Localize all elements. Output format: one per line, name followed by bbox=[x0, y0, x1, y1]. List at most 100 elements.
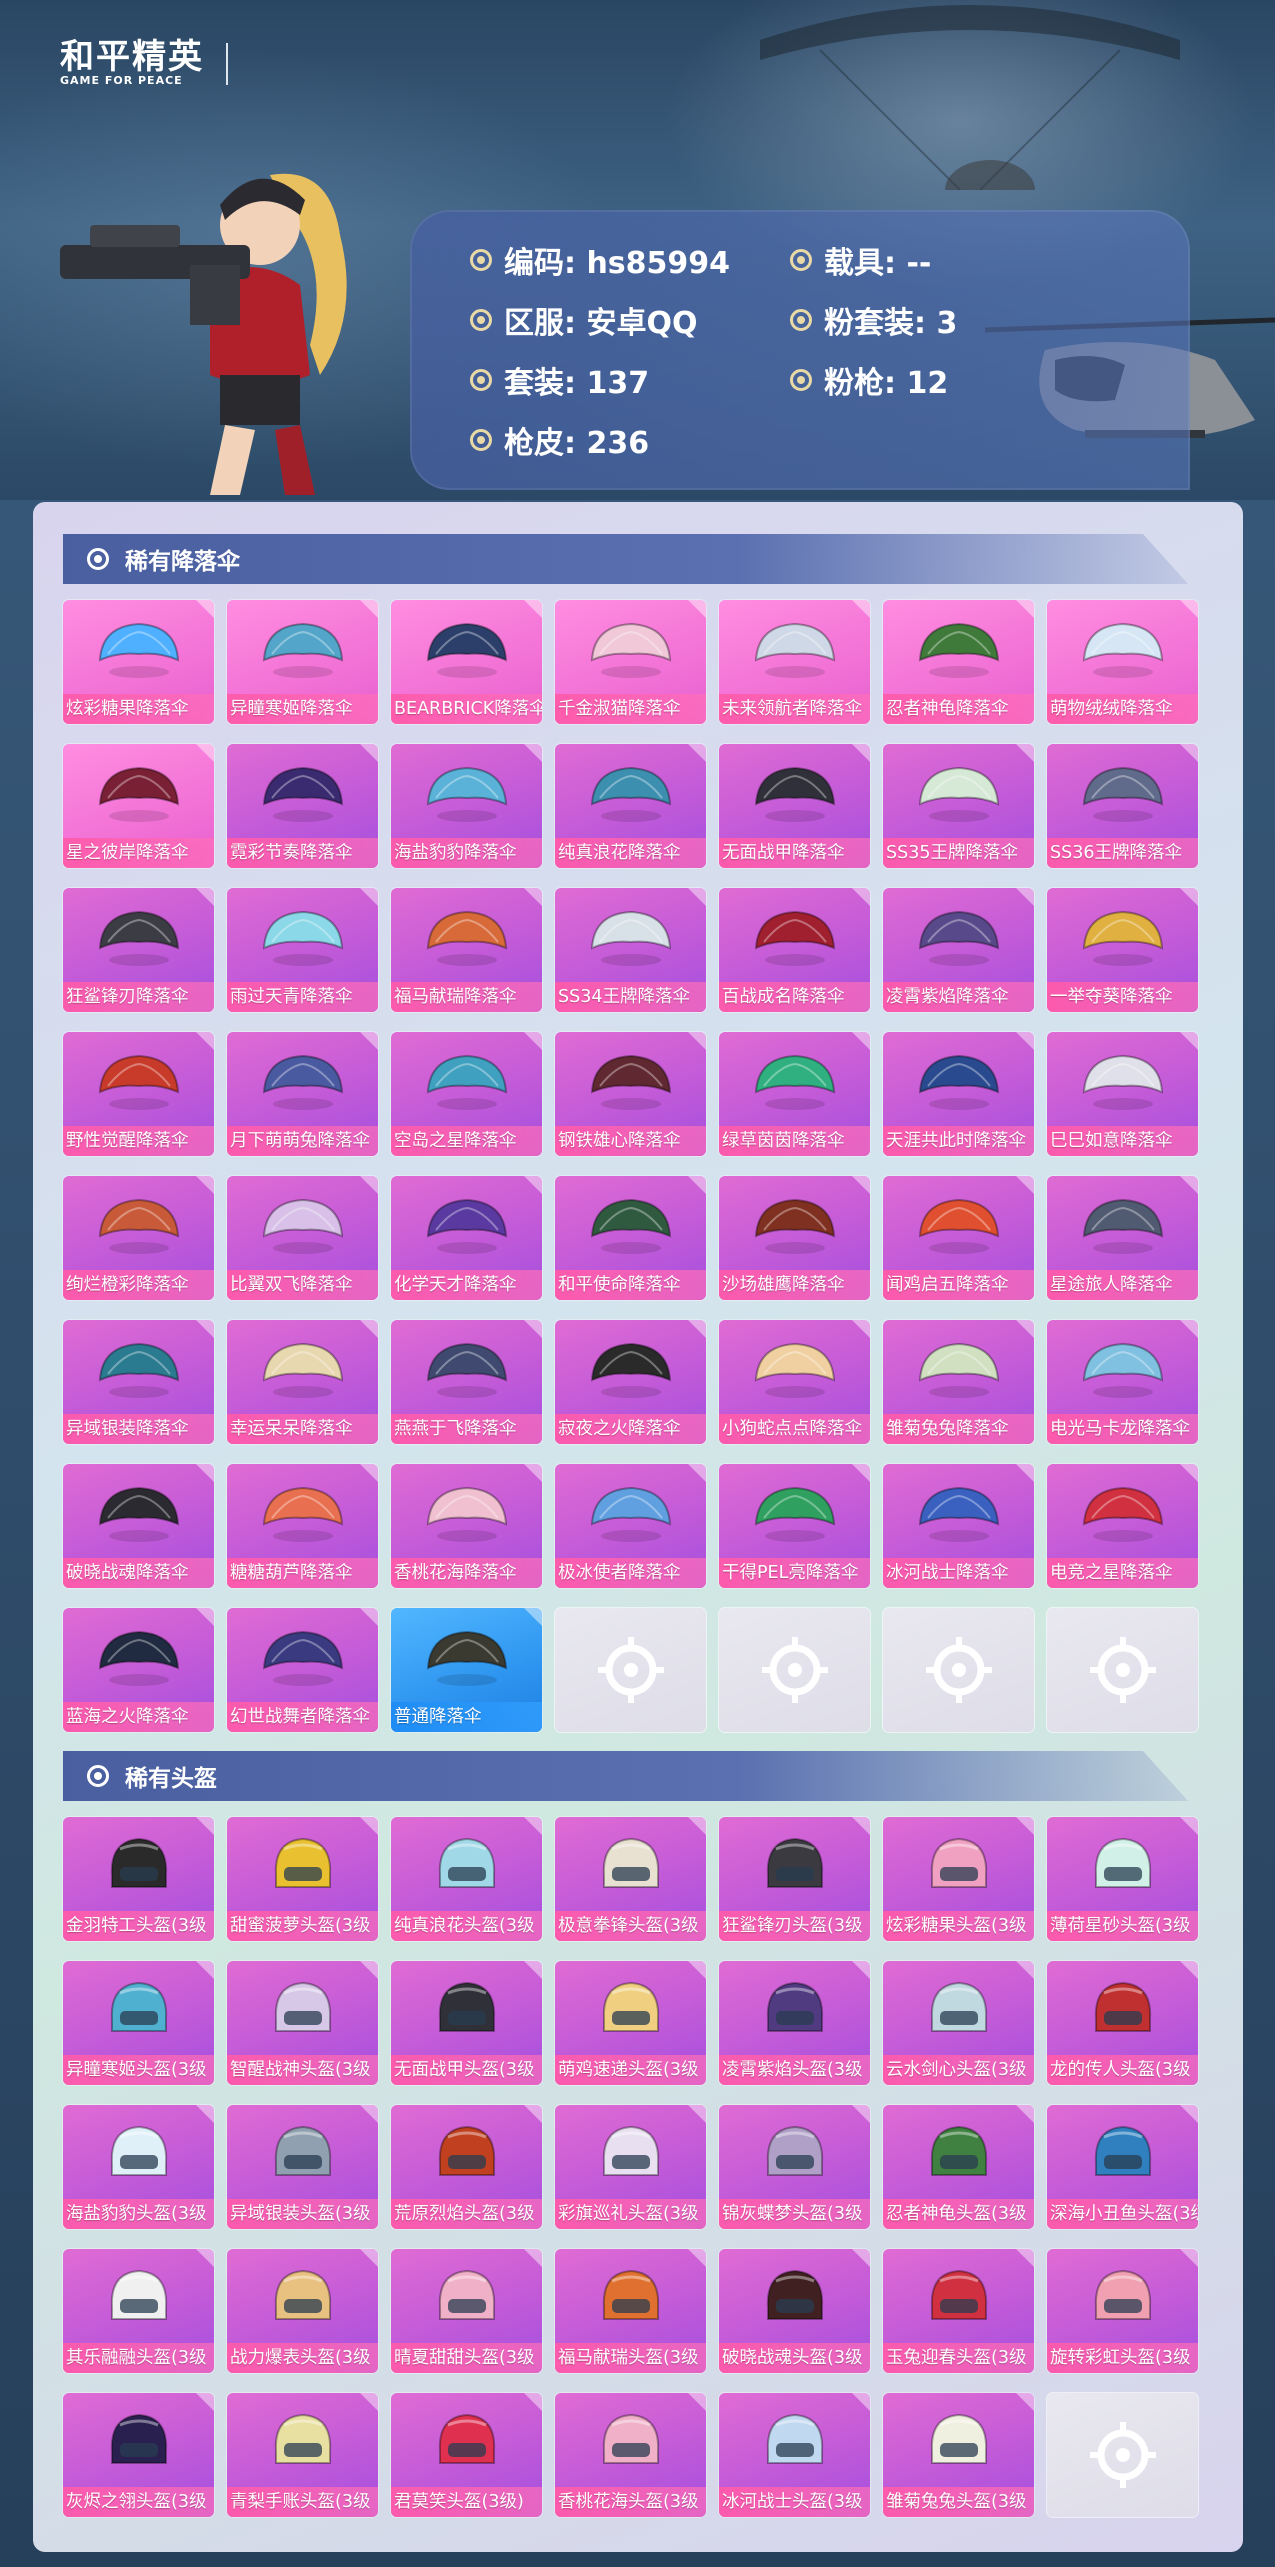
helmet-item[interactable]: 深海小丑鱼头盔(3级 bbox=[1047, 2105, 1198, 2229]
parachute-item[interactable]: 幻世战舞者降落伞 bbox=[227, 1608, 378, 1732]
parachute-item[interactable]: 破晓战魂降落伞 bbox=[63, 1464, 214, 1588]
parachute-item[interactable]: 凌霄紫焰降落伞 bbox=[883, 888, 1034, 1012]
parachute-item[interactable]: 干得PEL亮降落伞 bbox=[719, 1464, 870, 1588]
parachute-item[interactable]: 和平使命降落伞 bbox=[555, 1176, 706, 1300]
helmet-item[interactable]: 狂鲨锋刃头盔(3级 bbox=[719, 1817, 870, 1941]
parachute-item[interactable]: 千金淑猫降落伞 bbox=[555, 600, 706, 724]
corner-fold bbox=[852, 1817, 870, 1835]
helmet-item[interactable]: 锦灰蝶梦头盔(3级 bbox=[719, 2105, 870, 2229]
helmet-item[interactable]: 萌鸡速递头盔(3级 bbox=[555, 1961, 706, 2085]
helmet-item[interactable]: 薄荷星砂头盔(3级 bbox=[1047, 1817, 1198, 1941]
parachute-item[interactable]: 星途旅人降落伞 bbox=[1047, 1176, 1198, 1300]
parachute-item[interactable]: 雏菊兔兔降落伞 bbox=[883, 1320, 1034, 1444]
helmet-item[interactable]: 炫彩糖果头盔(3级 bbox=[883, 1817, 1034, 1941]
parachute-item[interactable]: 福马献瑞降落伞 bbox=[391, 888, 542, 1012]
helmet-item[interactable]: 智醒战神头盔(3级 bbox=[227, 1961, 378, 2085]
helmet-item[interactable]: 雏菊兔兔头盔(3级 bbox=[883, 2393, 1034, 2517]
parachute-item[interactable]: 电光马卡龙降落伞 bbox=[1047, 1320, 1198, 1444]
parachute-item[interactable]: 未来领航者降落伞 bbox=[719, 600, 870, 724]
parachute-item[interactable]: 星之彼岸降落伞 bbox=[63, 744, 214, 868]
helmet-item[interactable]: 极意拳锋头盔(3级 bbox=[555, 1817, 706, 1941]
parachute-item[interactable]: 一举夺葵降落伞 bbox=[1047, 888, 1198, 1012]
parachute-item[interactable]: 雨过天青降落伞 bbox=[227, 888, 378, 1012]
parachute-icon bbox=[590, 622, 671, 678]
parachute-icon bbox=[98, 1054, 179, 1110]
parachute-item[interactable]: 寂夜之火降落伞 bbox=[555, 1320, 706, 1444]
parachute-item[interactable]: 绚烂橙彩降落伞 bbox=[63, 1176, 214, 1300]
helmet-item[interactable]: 海盐豹豹头盔(3级 bbox=[63, 2105, 214, 2229]
parachute-item[interactable]: 香桃花海降落伞 bbox=[391, 1464, 542, 1588]
helmet-item[interactable]: 冰河战士头盔(3级 bbox=[719, 2393, 870, 2517]
helmet-item-label: 彩旗巡礼头盔(3级 bbox=[555, 2199, 706, 2229]
parachute-item[interactable]: 天涯共此时降落伞 bbox=[883, 1032, 1034, 1156]
parachute-item[interactable]: 小狗蛇点点降落伞 bbox=[719, 1320, 870, 1444]
helmet-item[interactable]: 破晓战魂头盔(3级 bbox=[719, 2249, 870, 2373]
parachute-icon bbox=[262, 1054, 343, 1110]
parachute-item[interactable]: 炫彩糖果降落伞 bbox=[63, 600, 214, 724]
parachute-item[interactable]: 百战成名降落伞 bbox=[719, 888, 870, 1012]
parachute-item[interactable]: SS36王牌降落伞 bbox=[1047, 744, 1198, 868]
parachute-item[interactable]: 钢铁雄心降落伞 bbox=[555, 1032, 706, 1156]
parachute-item[interactable]: 幸运呆呆降落伞 bbox=[227, 1320, 378, 1444]
parachute-item[interactable]: 燕燕于飞降落伞 bbox=[391, 1320, 542, 1444]
parachute-item[interactable]: 异瞳寒姬降落伞 bbox=[227, 600, 378, 724]
crosshair-icon bbox=[1089, 1637, 1156, 1703]
helmet-item[interactable]: 玉兔迎春头盔(3级 bbox=[883, 2249, 1034, 2373]
corner-fold bbox=[196, 888, 214, 906]
parachute-item-label: BEARBRICK降落伞 bbox=[391, 694, 542, 724]
helmet-item[interactable]: 荒原烈焰头盔(3级 bbox=[391, 2105, 542, 2229]
corner-fold bbox=[1180, 2249, 1198, 2267]
helmet-item[interactable]: 旋转彩虹头盔(3级 bbox=[1047, 2249, 1198, 2373]
parachute-item-label: 一举夺葵降落伞 bbox=[1047, 982, 1198, 1012]
parachute-item[interactable]: 绿草茵茵降落伞 bbox=[719, 1032, 870, 1156]
helmet-item-label: 战力爆表头盔(3级 bbox=[227, 2343, 378, 2373]
parachute-item[interactable]: 化学天才降落伞 bbox=[391, 1176, 542, 1300]
parachute-item[interactable]: 蓝海之火降落伞 bbox=[63, 1608, 214, 1732]
helmet-item[interactable]: 凌霄紫焰头盔(3级 bbox=[719, 1961, 870, 2085]
corner-fold bbox=[524, 1032, 542, 1050]
parachute-item[interactable]: 巳巳如意降落伞 bbox=[1047, 1032, 1198, 1156]
helmet-item[interactable]: 香桃花海头盔(3级 bbox=[555, 2393, 706, 2517]
helmet-item[interactable]: 其乐融融头盔(3级 bbox=[63, 2249, 214, 2373]
helmet-item[interactable]: 云水剑心头盔(3级 bbox=[883, 1961, 1034, 2085]
parachute-item[interactable]: 糖糖葫芦降落伞 bbox=[227, 1464, 378, 1588]
helmet-item[interactable]: 彩旗巡礼头盔(3级 bbox=[555, 2105, 706, 2229]
parachute-item[interactable]: 闻鸡启五降落伞 bbox=[883, 1176, 1034, 1300]
parachute-item[interactable]: 冰河战士降落伞 bbox=[883, 1464, 1034, 1588]
parachute-item[interactable]: 沙场雄鹰降落伞 bbox=[719, 1176, 870, 1300]
helmet-item[interactable]: 异瞳寒姬头盔(3级 bbox=[63, 1961, 214, 2085]
parachute-item[interactable]: 狂鲨锋刃降落伞 bbox=[63, 888, 214, 1012]
helmet-item[interactable]: 甜蜜菠萝头盔(3级 bbox=[227, 1817, 378, 1941]
helmet-icon bbox=[110, 2125, 167, 2176]
helmet-item[interactable]: 青梨手账头盔(3级 bbox=[227, 2393, 378, 2517]
parachute-item[interactable]: 忍者神龟降落伞 bbox=[883, 600, 1034, 724]
helmet-item[interactable]: 灰烬之翎头盔(3级 bbox=[63, 2393, 214, 2517]
parachute-item[interactable]: 异域银装降落伞 bbox=[63, 1320, 214, 1444]
helmet-item[interactable]: 君莫笑头盔(3级) bbox=[391, 2393, 542, 2517]
helmet-item[interactable]: 忍者神龟头盔(3级 bbox=[883, 2105, 1034, 2229]
parachute-item[interactable]: 无面战甲降落伞 bbox=[719, 744, 870, 868]
helmet-item[interactable]: 异域银装头盔(3级 bbox=[227, 2105, 378, 2229]
parachute-item[interactable]: 空岛之星降落伞 bbox=[391, 1032, 542, 1156]
parachute-item[interactable]: 电竞之星降落伞 bbox=[1047, 1464, 1198, 1588]
parachute-item[interactable]: SS35王牌降落伞 bbox=[883, 744, 1034, 868]
helmet-item[interactable]: 纯真浪花头盔(3级 bbox=[391, 1817, 542, 1941]
parachute-item[interactable]: 纯真浪花降落伞 bbox=[555, 744, 706, 868]
helmet-item[interactable]: 战力爆表头盔(3级 bbox=[227, 2249, 378, 2373]
helmet-item[interactable]: 无面战甲头盔(3级 bbox=[391, 1961, 542, 2085]
parachute-item[interactable]: 月下萌萌兔降落伞 bbox=[227, 1032, 378, 1156]
helmet-item[interactable]: 福马献瑞头盔(3级 bbox=[555, 2249, 706, 2373]
parachute-item[interactable]: 极冰使者降落伞 bbox=[555, 1464, 706, 1588]
helmet-item[interactable]: 金羽特工头盔(3级 bbox=[63, 1817, 214, 1941]
helmet-item[interactable]: 晴夏甜甜头盔(3级 bbox=[391, 2249, 542, 2373]
helmet-item-label: 海盐豹豹头盔(3级 bbox=[63, 2199, 214, 2229]
parachute-item[interactable]: 海盐豹豹降落伞 bbox=[391, 744, 542, 868]
parachute-item[interactable]: 萌物绒绒降落伞 bbox=[1047, 600, 1198, 724]
parachute-item[interactable]: 普通降落伞 bbox=[391, 1608, 542, 1732]
parachute-item[interactable]: 比翼双飞降落伞 bbox=[227, 1176, 378, 1300]
parachute-item[interactable]: BEARBRICK降落伞 bbox=[391, 600, 542, 724]
parachute-item[interactable]: 霓彩节奏降落伞 bbox=[227, 744, 378, 868]
parachute-item[interactable]: 野性觉醒降落伞 bbox=[63, 1032, 214, 1156]
parachute-item[interactable]: SS34王牌降落伞 bbox=[555, 888, 706, 1012]
helmet-item[interactable]: 龙的传人头盔(3级 bbox=[1047, 1961, 1198, 2085]
